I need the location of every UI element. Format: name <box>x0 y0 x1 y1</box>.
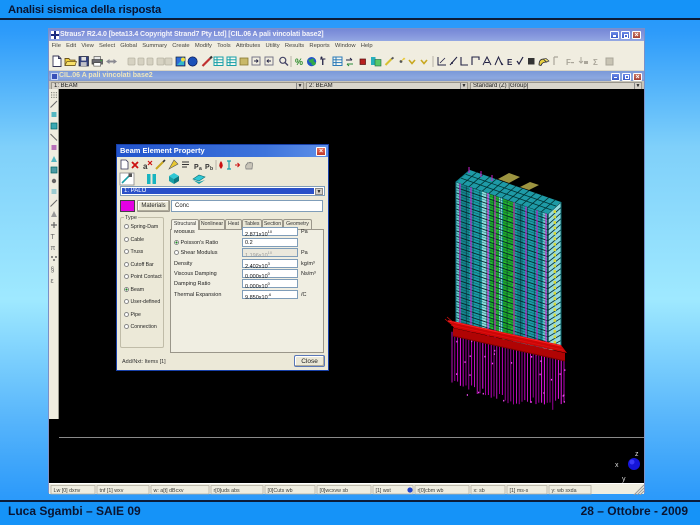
svg-text:tnf [1] wxv: tnf [1] wxv <box>100 488 124 494</box>
svg-text:Σ: Σ <box>593 58 598 67</box>
svg-text:F: F <box>566 58 571 67</box>
svg-text:a: a <box>143 162 148 171</box>
svg-text:y: wb sxda: y: wb sxda <box>552 488 577 494</box>
svg-text:r[0]cbm wb: r[0]cbm wb <box>418 488 444 494</box>
svg-text:z: z <box>635 451 639 458</box>
svg-text:[0]wcxvw sb: [0]wcxvw sb <box>320 488 349 494</box>
svg-text:%: % <box>295 57 303 67</box>
svg-text:Lw [0] dxnv: Lw [0] dxnv <box>54 488 81 494</box>
svg-text:b: b <box>210 166 213 172</box>
svg-text:y: y <box>622 476 626 483</box>
svg-text:x: x <box>615 462 619 469</box>
svg-text:x: sb: x: sb <box>474 488 485 494</box>
svg-text:w: a[t] dBcxv: w: a[t] dBcxv <box>154 488 184 494</box>
svg-text:a: a <box>199 166 202 172</box>
svg-text:[0]Cuts wb: [0]Cuts wb <box>268 488 293 494</box>
svg-text:[1] wst: [1] wst <box>376 488 392 494</box>
svg-text:[1] ms-s: [1] ms-s <box>510 488 529 494</box>
svg-text:T: T <box>320 57 326 67</box>
svg-text:E: E <box>507 58 513 67</box>
svg-text:r[0]uds abs: r[0]uds abs <box>214 488 241 494</box>
